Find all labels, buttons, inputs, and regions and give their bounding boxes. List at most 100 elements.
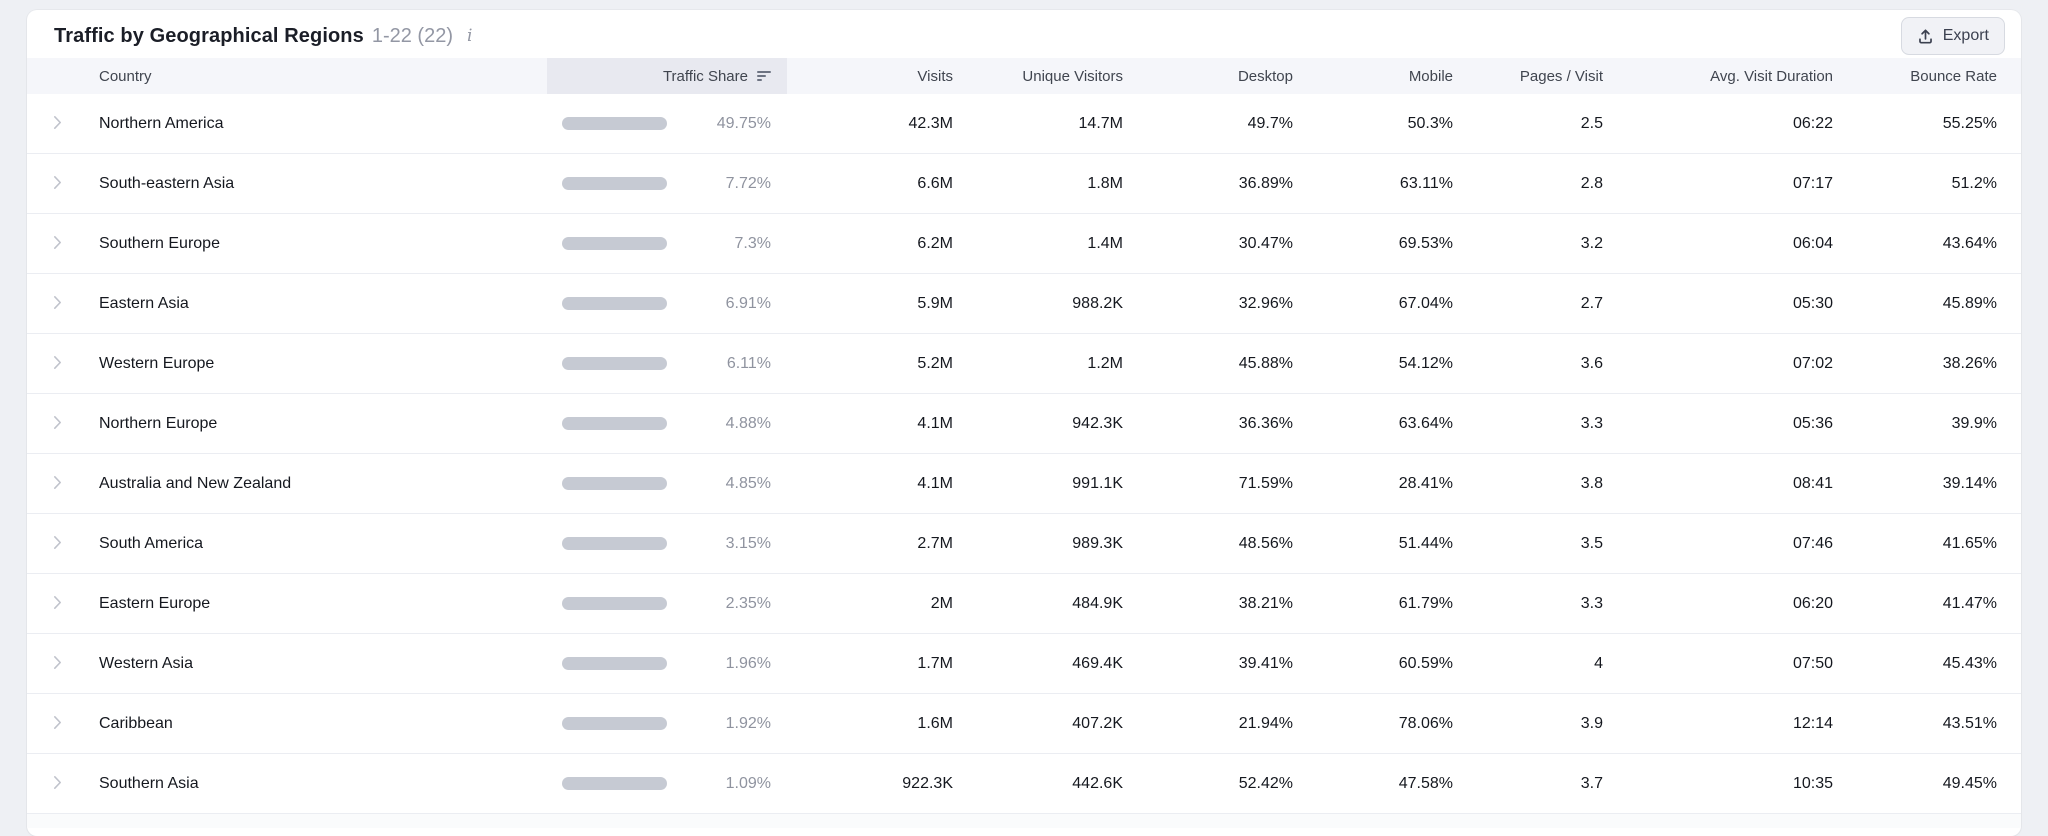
country-name: Australia and New Zealand [99, 474, 292, 492]
expand-row-button[interactable] [43, 290, 71, 318]
traffic-share-cell: 1.09% [547, 775, 787, 793]
mobile-share-value: 63.11% [1399, 174, 1453, 192]
expand-row-button[interactable] [43, 410, 71, 438]
desktop-share-value: 71.59% [1238, 474, 1293, 492]
table-row[interactable]: Southern Asia 1.09% 922.3K 442.6K 52.42%… [27, 754, 2021, 814]
mobile-share-value: 47.58% [1398, 774, 1453, 792]
mobile-share-value: 28.41% [1398, 474, 1453, 492]
bounce-rate-value: 49.45% [1942, 774, 1997, 792]
visits-value: 922.3K [902, 774, 953, 792]
traffic-share-value: 1.09% [725, 774, 771, 792]
table-row[interactable]: Western Asia 1.96% 1.7M 469.4K 39.41% 60… [27, 634, 2021, 694]
unique-visitors-value: 989.3K [1072, 534, 1123, 552]
desktop-share-value: 39.41% [1238, 654, 1293, 672]
expand-row-button[interactable] [43, 590, 71, 618]
avg-visit-duration-value: 12:14 [1792, 714, 1833, 732]
export-button[interactable]: Export [1900, 17, 2005, 55]
pages-per-visit-value: 2.5 [1580, 114, 1603, 132]
panel-header: Traffic by Geographical Regions 1-22 (22… [27, 10, 2021, 58]
chevron-right-icon [53, 175, 62, 193]
chevron-right-icon [53, 415, 62, 433]
column-header-traffic-share[interactable]: Traffic Share [547, 58, 787, 94]
traffic-share-cell: 7.3% [547, 235, 787, 253]
expand-row-button[interactable] [43, 170, 71, 198]
visits-value: 1.7M [917, 654, 953, 672]
table-row[interactable]: South America 3.15% 2.7M 989.3K 48.56% 5… [27, 514, 2021, 574]
avg-visit-duration-value: 06:04 [1792, 234, 1833, 252]
country-name: Southern Europe [99, 234, 220, 252]
chevron-right-icon [53, 355, 62, 373]
table-row[interactable]: South-eastern Asia 7.72% 6.6M 1.8M 36.89… [27, 154, 2021, 214]
column-header-visits[interactable]: Visits [787, 68, 957, 85]
chevron-right-icon [53, 715, 62, 733]
traffic-by-geo-regions-panel: Traffic by Geographical Regions 1-22 (22… [27, 10, 2021, 836]
chevron-right-icon [53, 235, 62, 253]
pages-per-visit-value: 4 [1594, 654, 1603, 672]
traffic-share-bar-track [562, 357, 667, 370]
info-icon[interactable]: i [467, 27, 472, 45]
column-header-avg-visit-duration[interactable]: Avg. Visit Duration [1607, 68, 1837, 85]
bounce-rate-value: 38.26% [1942, 354, 1997, 372]
country-name: Western Asia [99, 654, 193, 672]
traffic-share-cell: 4.88% [547, 415, 787, 433]
unique-visitors-value: 942.3K [1072, 414, 1123, 432]
table-row[interactable]: Eastern Europe 2.35% 2M 484.9K 38.21% 61… [27, 574, 2021, 634]
pages-per-visit-value: 2.8 [1580, 174, 1603, 192]
country-name: Southern Asia [99, 774, 199, 792]
table-row[interactable]: Caribbean 1.92% 1.6M 407.2K 21.94% 78.06… [27, 694, 2021, 754]
table-row[interactable]: Northern Europe 4.88% 4.1M 942.3K 36.36%… [27, 394, 2021, 454]
mobile-share-value: 51.44% [1398, 534, 1453, 552]
expand-row-button[interactable] [43, 710, 71, 738]
traffic-share-bar-track [562, 237, 667, 250]
desktop-share-value: 45.88% [1238, 354, 1293, 372]
table-header-row: Country Traffic Share Visits Unique Visi… [27, 58, 2021, 94]
expand-row-button[interactable] [43, 110, 71, 138]
table-body: Northern America 49.75% 42.3M 14.7M 49.7… [27, 94, 2021, 814]
country-name: Northern America [99, 114, 224, 132]
expand-row-button[interactable] [43, 530, 71, 558]
table-row[interactable]: Southern Europe 7.3% 6.2M 1.4M 30.47% 69… [27, 214, 2021, 274]
expand-row-button[interactable] [43, 230, 71, 258]
traffic-share-cell: 3.15% [547, 535, 787, 553]
column-header-country: Country [99, 67, 152, 85]
unique-visitors-value: 407.2K [1072, 714, 1123, 732]
upload-icon [1917, 28, 1934, 45]
avg-visit-duration-value: 06:20 [1792, 594, 1833, 612]
expand-row-button[interactable] [43, 350, 71, 378]
column-header-mobile[interactable]: Mobile [1297, 68, 1457, 85]
country-cell: Western Europe [27, 350, 547, 378]
visits-value: 5.2M [917, 354, 953, 372]
pages-per-visit-value: 3.6 [1580, 354, 1603, 372]
traffic-share-bar-track [562, 117, 667, 130]
table-row[interactable]: Eastern Asia 6.91% 5.9M 988.2K 32.96% 67… [27, 274, 2021, 334]
chevron-right-icon [53, 655, 62, 673]
traffic-share-bar-track [562, 297, 667, 310]
traffic-share-bar-track [562, 777, 667, 790]
expand-row-button[interactable] [43, 470, 71, 498]
traffic-share-value: 1.92% [725, 714, 771, 732]
country-cell: Australia and New Zealand [27, 470, 547, 498]
pages-per-visit-value: 3.8 [1580, 474, 1603, 492]
expand-row-button[interactable] [43, 650, 71, 678]
table-row[interactable]: Western Europe 6.11% 5.2M 1.2M 45.88% 54… [27, 334, 2021, 394]
table-row[interactable]: Northern America 49.75% 42.3M 14.7M 49.7… [27, 94, 2021, 154]
column-header-unique-visitors[interactable]: Unique Visitors [957, 68, 1127, 85]
traffic-share-value: 7.3% [734, 234, 771, 252]
column-header-pages-per-visit[interactable]: Pages / Visit [1457, 68, 1607, 85]
bounce-rate-value: 45.89% [1942, 294, 1997, 312]
desktop-share-value: 36.89% [1238, 174, 1293, 192]
traffic-share-bar-track [562, 177, 667, 190]
column-header-desktop[interactable]: Desktop [1127, 68, 1297, 85]
visits-value: 4.1M [917, 474, 953, 492]
desktop-share-value: 21.94% [1238, 714, 1293, 732]
table-row[interactable]: Australia and New Zealand 4.85% 4.1M 991… [27, 454, 2021, 514]
unique-visitors-value: 1.4M [1087, 234, 1123, 252]
expand-row-button[interactable] [43, 770, 71, 798]
traffic-share-cell: 7.72% [547, 175, 787, 193]
bounce-rate-value: 39.14% [1942, 474, 1997, 492]
avg-visit-duration-value: 08:41 [1792, 474, 1833, 492]
desktop-share-value: 30.47% [1238, 234, 1293, 252]
country-name: Eastern Europe [99, 594, 211, 612]
avg-visit-duration-value: 07:46 [1792, 534, 1833, 552]
column-header-bounce-rate[interactable]: Bounce Rate [1837, 68, 2021, 85]
